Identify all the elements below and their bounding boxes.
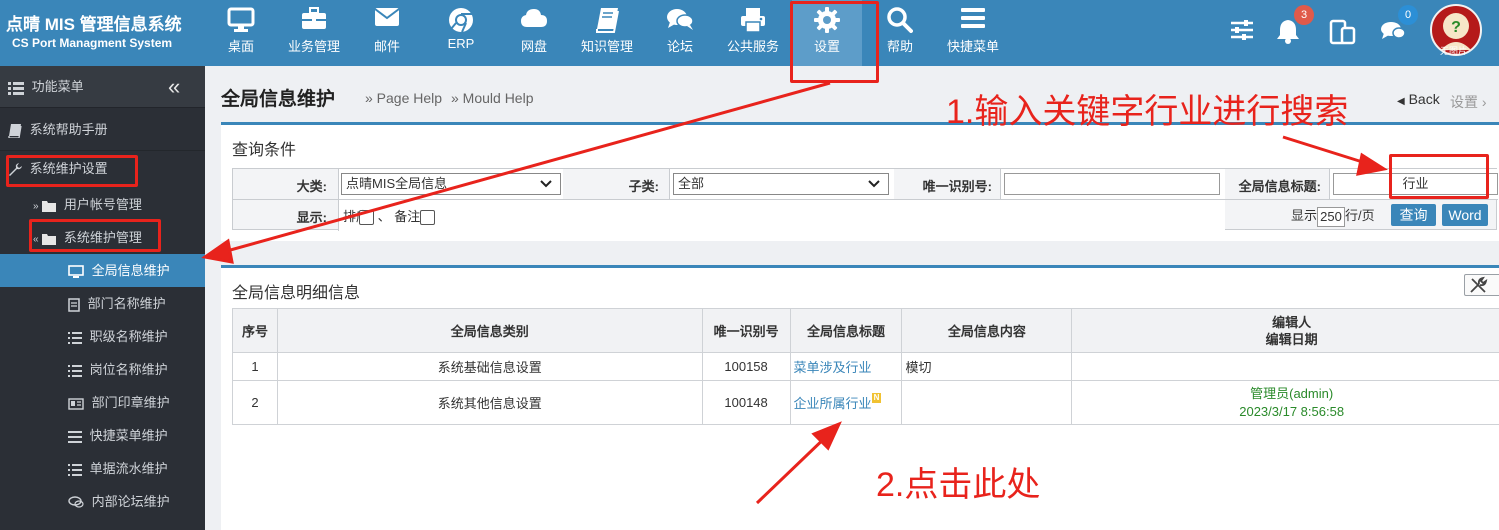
arrow-to-title-input (1282, 135, 1373, 167)
arrow-head (201, 238, 234, 264)
arrow-to-row-link (755, 431, 832, 505)
annotation-step1: 1.输入关键字行业进行搜索 (946, 93, 1349, 131)
arrow-head (1356, 152, 1388, 176)
annotation-arrows (201, 81, 1388, 505)
annotation-step2: 2.点击此处 (876, 466, 1041, 504)
arrow-settings-to-sidebar (215, 81, 831, 256)
